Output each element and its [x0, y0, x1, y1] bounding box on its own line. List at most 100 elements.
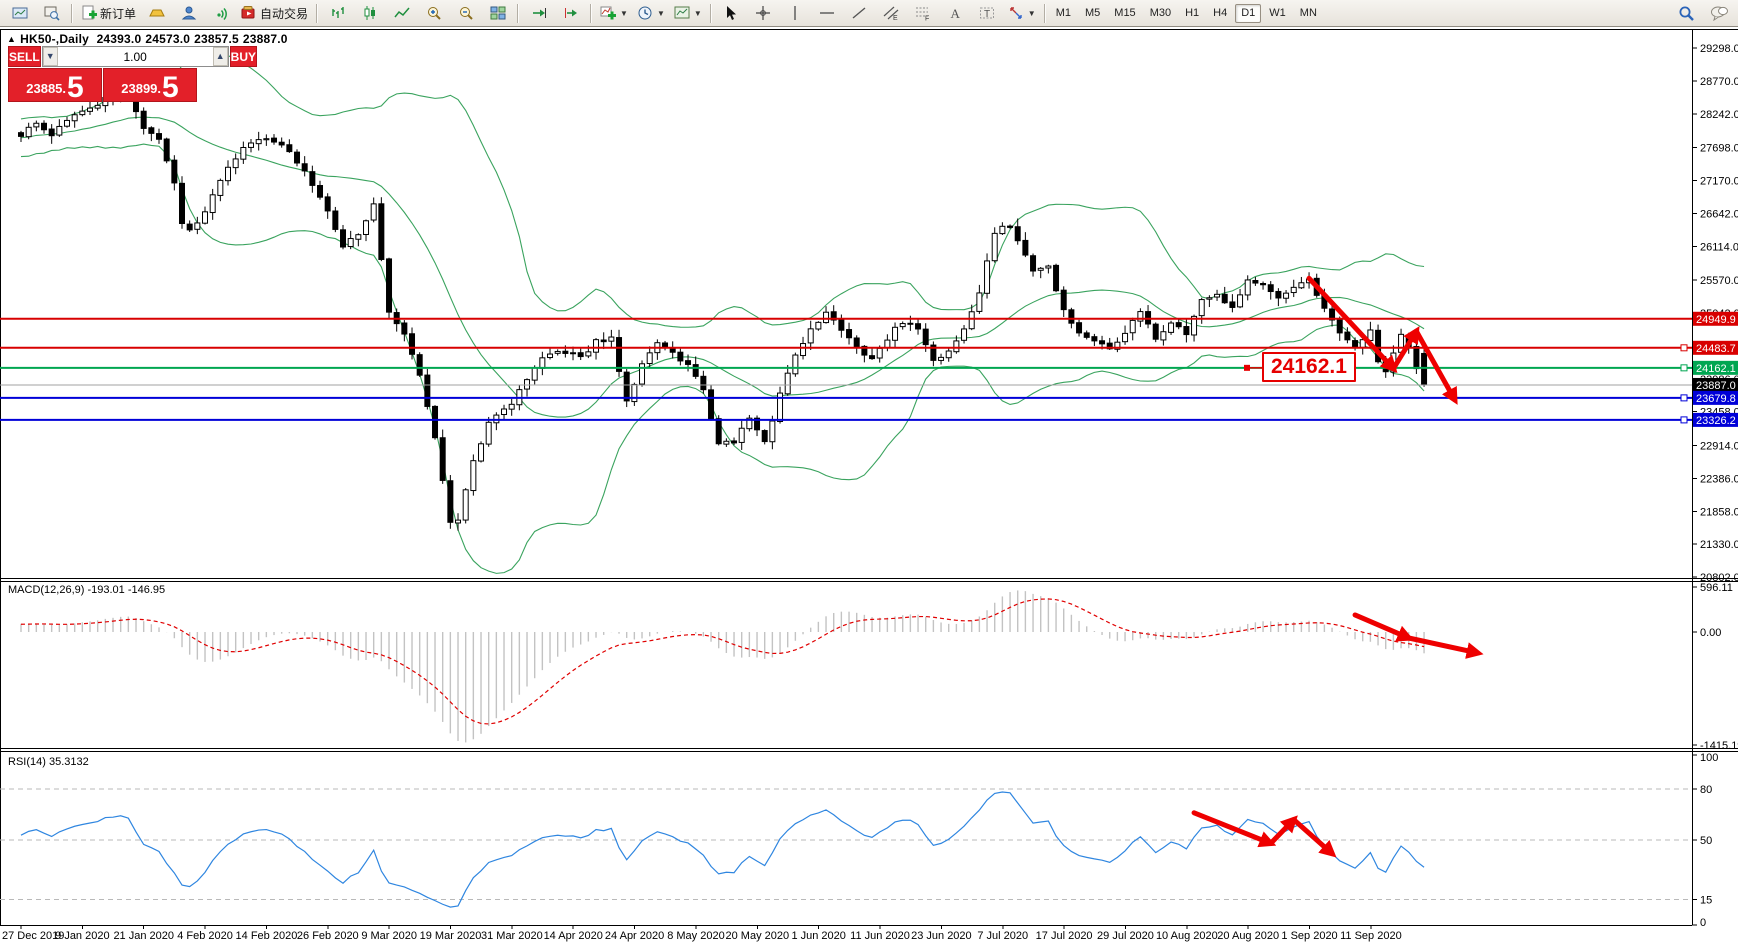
svg-text:24 Apr 2020: 24 Apr 2020 [605, 930, 664, 942]
zoom-out-icon [458, 5, 474, 21]
svg-text:22914.0: 22914.0 [1700, 441, 1738, 453]
svg-text:0.00: 0.00 [1700, 627, 1721, 639]
buy-price-pip: 5 [162, 74, 179, 101]
sell-price-box[interactable]: 23885.5 [8, 68, 102, 102]
indicators-button[interactable]: ▼ [596, 1, 632, 25]
timeframe-M30[interactable]: M30 [1144, 4, 1177, 23]
svg-text:23679.8: 23679.8 [1696, 393, 1736, 405]
indicators-icon [600, 5, 616, 21]
volume-down-button[interactable]: ▼ [43, 47, 58, 66]
auto-scroll-button[interactable] [523, 1, 554, 25]
autotrading-button[interactable]: 自动交易 [237, 1, 312, 25]
svg-text:24483.7: 24483.7 [1696, 343, 1736, 355]
vertical-line-tool-button[interactable] [780, 1, 811, 25]
macd-indicator-label: MACD(12,26,9) -193.01 -146.95 [8, 584, 165, 596]
candles[interactable] [19, 87, 1427, 530]
timeframe-MN[interactable]: MN [1294, 4, 1323, 23]
chat-button[interactable] [1703, 1, 1734, 25]
callout-connector [1244, 365, 1262, 371]
charts-window-button[interactable] [4, 1, 35, 25]
svg-text:20 Aug 2020: 20 Aug 2020 [1217, 930, 1279, 942]
autotrading-label: 自动交易 [260, 5, 308, 22]
timeframe-W1[interactable]: W1 [1263, 4, 1292, 23]
chart-shift-icon [563, 5, 579, 21]
text-label-tool-button[interactable]: T [972, 1, 1003, 25]
profiles-button[interactable] [36, 1, 67, 25]
svg-text:28770.0: 28770.0 [1700, 76, 1738, 88]
svg-text:50: 50 [1700, 835, 1712, 847]
templates-button[interactable]: ▼ [670, 1, 706, 25]
fibonacci-tool-button[interactable]: F [908, 1, 939, 25]
date-axis[interactable]: 27 Dec 20199 Jan 202021 Jan 20204 Feb 20… [2, 925, 1402, 942]
search-button[interactable] [1671, 1, 1702, 25]
rsi-indicator-label: RSI(14) 35.3132 [8, 756, 89, 768]
timeframe-H1[interactable]: H1 [1179, 4, 1205, 23]
horizontal-line-tool-button[interactable] [812, 1, 843, 25]
zoom-in-icon [426, 5, 442, 21]
timeframe-M5[interactable]: M5 [1079, 4, 1106, 23]
svg-text:1 Sep 2020: 1 Sep 2020 [1281, 930, 1337, 942]
candlestick-button[interactable] [354, 1, 385, 25]
toolbar-separator [316, 4, 317, 23]
svg-text:31 Mar 2020: 31 Mar 2020 [481, 930, 543, 942]
timeframe-H4[interactable]: H4 [1207, 4, 1233, 23]
text-tool-button[interactable]: A [940, 1, 971, 25]
svg-text:20 May 2020: 20 May 2020 [726, 930, 790, 942]
line-chart-icon [394, 5, 410, 21]
sell-button[interactable]: SELL [8, 46, 41, 67]
chart-shift-button[interactable] [555, 1, 586, 25]
volume-up-button[interactable]: ▲ [213, 47, 228, 66]
timeframe-D1[interactable]: D1 [1235, 4, 1261, 23]
bar-chart-button[interactable] [322, 1, 353, 25]
zoom-in-button[interactable] [418, 1, 449, 25]
community-button[interactable] [173, 1, 204, 25]
volume-input[interactable] [58, 47, 213, 66]
ohlc-open: 24393.0 [97, 32, 142, 46]
svg-text:T: T [984, 9, 990, 20]
arrows-tool-button[interactable]: ▼ [1004, 1, 1040, 25]
svg-text:29298.0: 29298.0 [1700, 43, 1738, 55]
cursor-tool-button[interactable] [716, 1, 747, 25]
svg-text:9 Jan 2020: 9 Jan 2020 [55, 930, 109, 942]
timeframe-M1[interactable]: M1 [1050, 4, 1077, 23]
svg-text:19 Mar 2020: 19 Mar 2020 [420, 930, 482, 942]
market-button[interactable] [141, 1, 172, 25]
svg-text:14 Feb 2020: 14 Feb 2020 [236, 930, 298, 942]
svg-text:596.11: 596.11 [1700, 582, 1733, 594]
new-order-icon [81, 5, 97, 21]
tile-windows-icon [490, 5, 506, 21]
equidistant-channel-icon: E [883, 5, 899, 21]
line-chart-button[interactable] [386, 1, 417, 25]
buy-price-box[interactable]: 23899.5 [103, 68, 197, 102]
svg-text:24949.9: 24949.9 [1696, 314, 1736, 326]
crosshair-tool-button[interactable] [748, 1, 779, 25]
price-callout-label[interactable]: 24162.1 [1262, 352, 1356, 382]
main-toolbar: 新订单 自动交易 ▼ ▼ ▼ E F A T ▼ M1M5M15M30H1H4D… [0, 0, 1738, 27]
horizontal-lines[interactable]: 24949.924483.724162.123887.023679.823326… [0, 312, 1738, 427]
zoom-out-button[interactable] [450, 1, 481, 25]
rsi-trend-arrow[interactable] [1194, 813, 1332, 854]
person-icon [181, 5, 197, 21]
sell-price-pip: 5 [67, 74, 84, 101]
one-click-trading-panel: SELL ▼ ▲ BUY 23885.5 23899.5 [8, 46, 198, 102]
sell-price-main: 23885. [26, 77, 66, 101]
horizontal-line-icon [819, 5, 835, 21]
svg-text:-1415.19: -1415.19 [1700, 740, 1738, 752]
toolbar-separator [710, 4, 711, 23]
chart-canvas[interactable]: 29298.028770.028242.027698.027170.026642… [0, 0, 1738, 945]
svg-text:17 Jul 2020: 17 Jul 2020 [1036, 930, 1093, 942]
timeframe-M15[interactable]: M15 [1108, 4, 1141, 23]
svg-text:E: E [893, 15, 898, 21]
buy-button[interactable]: BUY [230, 46, 257, 67]
tile-windows-button[interactable] [482, 1, 513, 25]
trendline-tool-button[interactable] [844, 1, 875, 25]
candlestick-icon [362, 5, 378, 21]
signals-button[interactable] [205, 1, 236, 25]
periods-button[interactable]: ▼ [633, 1, 669, 25]
new-order-button[interactable]: 新订单 [77, 1, 140, 25]
macd-axis: 596.11 0.00 -1415.19 [1692, 582, 1738, 752]
svg-text:15: 15 [1700, 895, 1712, 907]
dropdown-caret-icon: ▼ [1028, 9, 1036, 18]
bollinger-bands[interactable] [21, 49, 1424, 574]
channel-tool-button[interactable]: E [876, 1, 907, 25]
